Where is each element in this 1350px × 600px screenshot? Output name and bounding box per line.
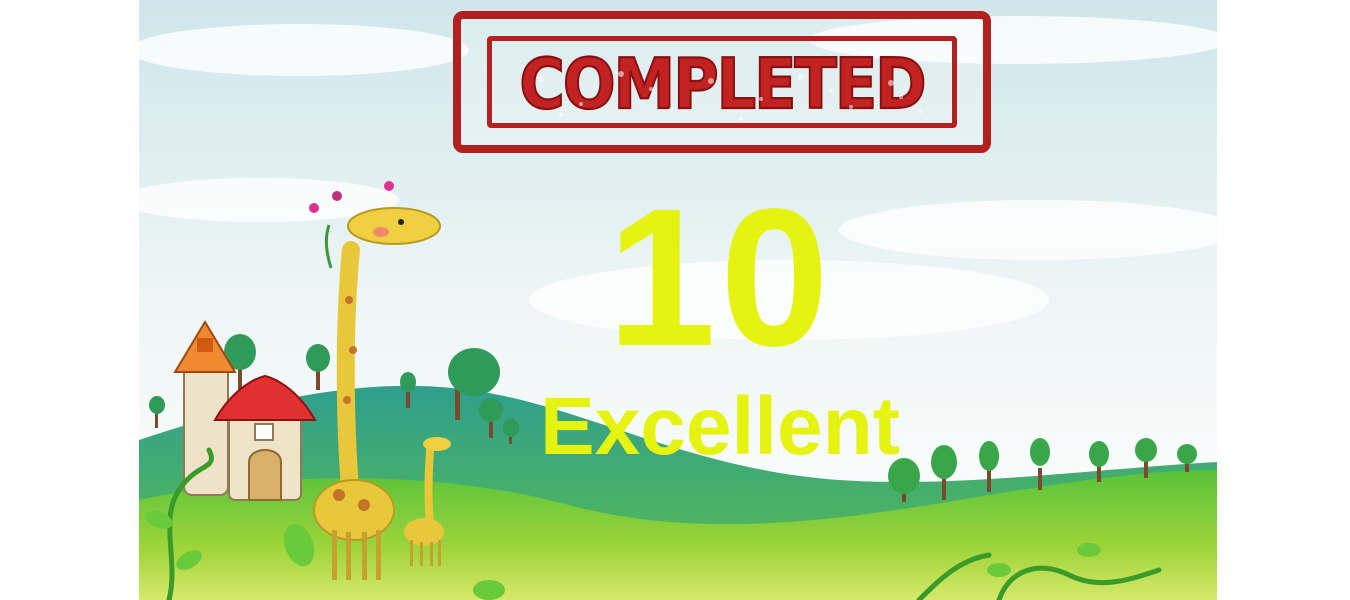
completed-stamp: COMPLETED — [453, 11, 991, 153]
stamp-label: COMPLETED — [518, 42, 927, 126]
score-value: 10 — [606, 168, 833, 387]
results-screen: COMPLETED 10 Excellent — [0, 0, 1350, 600]
rating-label: Excellent — [539, 381, 901, 472]
stamp-inner-border: COMPLETED — [487, 36, 957, 128]
